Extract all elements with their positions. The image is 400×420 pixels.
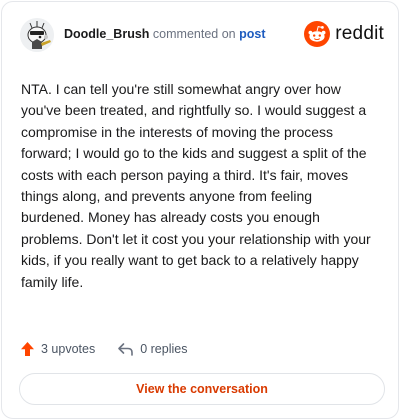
user-avatar[interactable] bbox=[20, 18, 54, 52]
comment-byline: Doodle_Brush commented on post bbox=[64, 27, 265, 41]
post-link[interactable]: post bbox=[239, 27, 265, 41]
comment-body: NTA. I can tell you're still somewhat an… bbox=[21, 81, 371, 290]
username-link[interactable]: Doodle_Brush bbox=[64, 27, 149, 41]
upvotes-stat[interactable]: 3 upvotes bbox=[20, 341, 95, 357]
comment-card: Doodle_Brush commented on post reddit NT… bbox=[1, 1, 399, 419]
action-text: commented on bbox=[152, 27, 236, 41]
reddit-logo-icon bbox=[304, 21, 331, 47]
reply-arrow-icon bbox=[118, 342, 134, 356]
replies-count: 0 replies bbox=[140, 342, 188, 356]
comment-stats: 3 upvotes 0 replies bbox=[20, 338, 187, 360]
comment-header: Doodle_Brush commented on post reddit bbox=[20, 16, 384, 56]
upvotes-count: 3 upvotes bbox=[41, 342, 96, 356]
upvote-arrow-icon bbox=[21, 342, 34, 356]
view-conversation-button[interactable]: View the conversation bbox=[19, 373, 385, 405]
reddit-brand[interactable]: reddit bbox=[304, 19, 384, 49]
avatar-icon bbox=[20, 18, 54, 52]
brand-wordmark: reddit bbox=[335, 23, 384, 44]
replies-stat[interactable]: 0 replies bbox=[117, 342, 187, 357]
